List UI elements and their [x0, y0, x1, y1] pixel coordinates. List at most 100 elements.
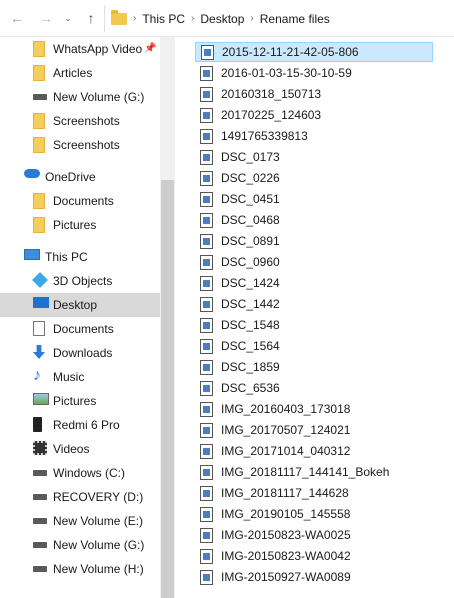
file-item[interactable]: DSC_0960: [195, 252, 433, 272]
file-item[interactable]: IMG_20171014_040312: [195, 441, 433, 461]
file-item[interactable]: 2016-01-03-15-30-10-59: [195, 63, 433, 83]
file-item[interactable]: 2015-12-11-21-42-05-806: [195, 42, 433, 62]
sidebar-item-downloads[interactable]: Downloads: [0, 341, 160, 365]
chevron-right-icon[interactable]: ›: [191, 13, 194, 24]
sidebar-item-videos[interactable]: Videos: [0, 437, 160, 461]
file-item[interactable]: IMG-20150823-WA0025: [195, 525, 433, 545]
sidebar-item-articles[interactable]: Articles: [0, 61, 160, 85]
back-arrow-icon[interactable]: ←: [8, 8, 26, 28]
breadcrumb[interactable]: › This PC › Desktop › Rename files: [104, 5, 454, 32]
folder-icon: [33, 113, 45, 129]
desktop-icon: [33, 297, 49, 308]
sidebar-item-desktop[interactable]: Desktop: [0, 293, 160, 317]
up-arrow-icon[interactable]: ↑: [82, 8, 100, 28]
sidebar-item-windows-c[interactable]: Windows (C:): [0, 461, 160, 485]
file-item[interactable]: DSC_0226: [195, 168, 433, 188]
sidebar-item-new-volume-h[interactable]: New Volume (H:): [0, 557, 160, 581]
file-name: 20160318_150713: [221, 87, 322, 101]
sidebar-item-3d-objects[interactable]: 3D Objects: [0, 269, 160, 293]
breadcrumb-this-pc[interactable]: This PC: [142, 12, 185, 26]
recent-locations-chevron-icon[interactable]: ⌄: [62, 8, 74, 28]
sidebar-item-screenshots[interactable]: Screenshots: [0, 109, 160, 133]
file-name: DSC_1859: [221, 360, 280, 374]
image-file-icon: [200, 464, 213, 480]
image-file-icon: [200, 359, 213, 375]
sidebar-item-onedrive[interactable]: OneDrive: [0, 165, 160, 189]
sidebar-item-label: New Volume (H:): [53, 562, 144, 576]
pin-icon: 📌: [144, 43, 157, 54]
file-item[interactable]: IMG_20181117_144141_Bokeh: [195, 462, 433, 482]
file-item[interactable]: IMG_20181117_144628: [195, 483, 433, 503]
sidebar-item-documents[interactable]: Documents: [0, 317, 160, 341]
file-item[interactable]: IMG_20170507_124021: [195, 420, 433, 440]
sidebar-item-screenshots[interactable]: Screenshots: [0, 133, 160, 157]
sidebar-item-label: Music: [53, 370, 85, 384]
sidebar-item-new-volume-g[interactable]: New Volume (G:): [0, 533, 160, 557]
file-name: DSC_0451: [221, 192, 280, 206]
sidebar-item-this-pc[interactable]: This PC: [0, 245, 160, 269]
sidebar-item-pictures[interactable]: Pictures: [0, 389, 160, 413]
image-file-icon: [200, 212, 213, 228]
sidebar-item-label: OneDrive: [45, 170, 96, 184]
sidebar-item-new-volume-e[interactable]: New Volume (E:): [0, 509, 160, 533]
breadcrumb-rename-files[interactable]: Rename files: [260, 12, 330, 26]
sidebar-item-music[interactable]: ♪ Music: [0, 365, 160, 389]
sidebar-item-redmi-6-pro[interactable]: Redmi 6 Pro: [0, 413, 160, 437]
folder-icon: [33, 65, 45, 81]
file-item[interactable]: DSC_0468: [195, 210, 433, 230]
file-name: DSC_0960: [221, 255, 280, 269]
chevron-right-icon[interactable]: ›: [250, 13, 253, 24]
sidebar-item-pictures[interactable]: Pictures: [0, 213, 160, 237]
music-icon: ♪: [33, 367, 41, 384]
file-item[interactable]: IMG_20190105_145558: [195, 504, 433, 524]
chevron-right-icon[interactable]: ›: [133, 13, 136, 24]
file-list: 2015-12-11-21-42-05-806 2016-01-03-15-30-…: [175, 37, 454, 598]
file-item[interactable]: IMG_20160403_173018: [195, 399, 433, 419]
drive-icon: [33, 518, 47, 524]
image-file-icon: [200, 191, 213, 207]
folder-icon: [33, 41, 45, 57]
file-item[interactable]: DSC_1564: [195, 336, 433, 356]
sidebar-item-documents[interactable]: Documents: [0, 189, 160, 213]
image-file-icon: [200, 506, 213, 522]
image-file-icon: [200, 296, 213, 312]
file-item[interactable]: DSC_0891: [195, 231, 433, 251]
sidebar-item-label: New Volume (E:): [53, 514, 144, 528]
file-item[interactable]: DSC_1442: [195, 294, 433, 314]
file-name: 1491765339813: [221, 129, 308, 143]
sidebar-item-label: Windows (C:): [53, 466, 126, 480]
file-item[interactable]: DSC_1548: [195, 315, 433, 335]
picture-icon: [33, 393, 49, 405]
image-file-icon: [200, 443, 213, 459]
file-item[interactable]: DSC_1859: [195, 357, 433, 377]
file-name: DSC_0173: [221, 150, 280, 164]
forward-arrow-icon[interactable]: →: [37, 8, 55, 28]
cube-icon: [32, 272, 48, 288]
file-item[interactable]: DSC_0173: [195, 147, 433, 167]
file-name: IMG_20170507_124021: [221, 423, 351, 437]
breadcrumb-desktop[interactable]: Desktop: [200, 12, 244, 26]
sidebar-item-new-volume-g[interactable]: New Volume (G:): [0, 85, 160, 109]
drive-icon: [33, 566, 47, 572]
sidebar-item-label: New Volume (G:): [53, 90, 145, 104]
navigation-scrollbar-thumb[interactable]: [161, 180, 174, 598]
sidebar-item-label: WhatsApp Video: [53, 42, 143, 56]
file-item[interactable]: DSC_0451: [195, 189, 433, 209]
sidebar-item-label: New Volume (G:): [53, 538, 145, 552]
file-name: IMG_20181117_144141_Bokeh: [221, 465, 390, 479]
file-item[interactable]: IMG-20150823-WA0042: [195, 546, 433, 566]
drive-icon: [33, 494, 47, 500]
sidebar-item-label: Documents: [53, 322, 114, 336]
file-name: DSC_1548: [221, 318, 280, 332]
file-item[interactable]: IMG-20150927-WA0089: [195, 567, 433, 587]
file-name: IMG_20181117_144628: [221, 486, 349, 500]
file-name: DSC_0468: [221, 213, 280, 227]
address-bar: ← → ⌄ ↑ › This PC › Desktop › Rename fil…: [0, 0, 454, 37]
sidebar-item-whatsapp-video[interactable]: WhatsApp Video 📌: [0, 37, 160, 61]
file-item[interactable]: 20160318_150713: [195, 84, 433, 104]
file-item[interactable]: 20170225_124603: [195, 105, 433, 125]
file-item[interactable]: DSC_1424: [195, 273, 433, 293]
file-item[interactable]: DSC_6536: [195, 378, 433, 398]
sidebar-item-recovery-d[interactable]: RECOVERY (D:): [0, 485, 160, 509]
file-item[interactable]: 1491765339813: [195, 126, 433, 146]
